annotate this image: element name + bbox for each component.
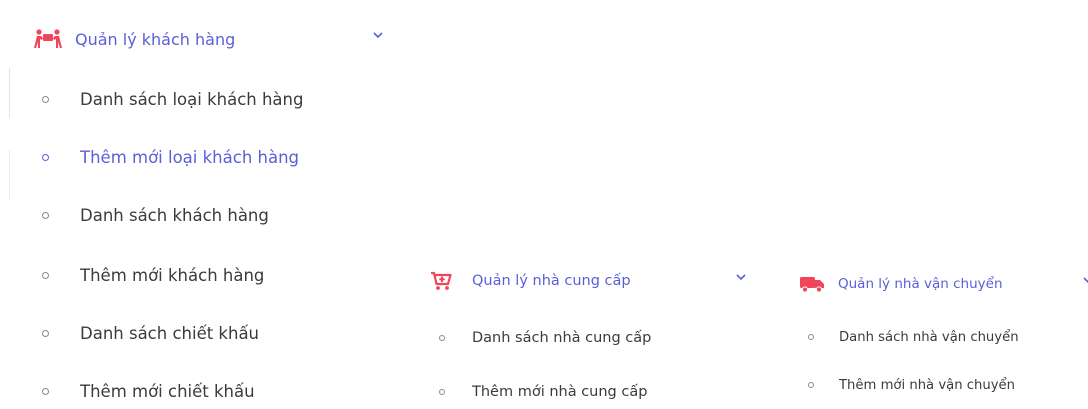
bullet-icon [808,382,814,388]
menu-item-customer-type-list[interactable]: Danh sách loại khách hàng [0,86,303,112]
chevron-down-icon[interactable] [373,32,383,39]
menu-item-label: Danh sách loại khách hàng [80,89,304,109]
supplier-menu-title: Quản lý nhà cung cấp [472,273,631,289]
customer-menu-header[interactable]: Quản lý khách hàng [33,25,383,53]
menu-item-add-shipper[interactable]: Thêm mới nhà vận chuyển [0,374,1015,396]
bullet-icon [42,153,49,161]
supplier-menu-header[interactable]: Quản lý nhà cung cấp [430,268,746,294]
menu-item-label: Thêm mới nhà vận chuyển [839,377,1016,393]
chevron-down-icon[interactable] [1083,277,1088,284]
shipper-menu-title: Quản lý nhà vận chuyển [838,276,1003,292]
menu-item-add-customer[interactable]: Thêm mới khách hàng [0,262,264,288]
shipper-menu-header[interactable]: Quản lý nhà vận chuyển [800,272,1088,296]
people-carry-icon [33,29,63,49]
bullet-icon [42,271,49,279]
truck-icon [800,275,826,293]
bullet-icon [42,211,49,219]
menu-item-label: Thêm mới loại khách hàng [80,147,300,167]
chevron-down-icon[interactable] [736,274,746,281]
bullet-icon [808,334,814,340]
customer-menu-title: Quản lý khách hàng [75,29,236,49]
menu-item-label: Danh sách nhà vận chuyển [839,329,1019,345]
menu-item-label: Thêm mới khách hàng [80,265,265,285]
menu-item-label: Danh sách khách hàng [80,205,269,225]
menu-item-add-customer-type[interactable]: Thêm mới loại khách hàng [0,144,299,170]
menu-item-shipper-list[interactable]: Danh sách nhà vận chuyển [0,326,1019,348]
menu-item-customer-list[interactable]: Danh sách khách hàng [0,202,269,228]
cart-plus-icon [430,271,452,291]
bullet-icon [42,95,49,103]
